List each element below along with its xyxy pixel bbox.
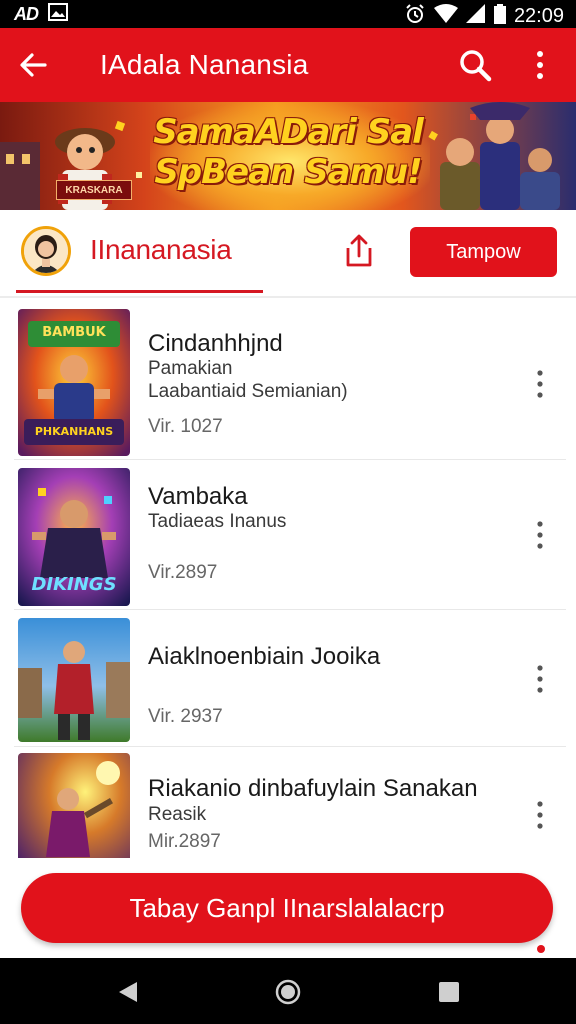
- primary-cta-button[interactable]: Tabay Ganpl IInarslalalacrp: [21, 873, 553, 943]
- system-nav-bar: [0, 958, 576, 1024]
- item-version: Vir. 1027: [148, 416, 223, 437]
- game-thumbnail[interactable]: DIKINGS: [18, 468, 130, 606]
- banner-headline: SamaADari Sal SpBean Samu!: [143, 112, 433, 192]
- item-title[interactable]: Aiaklnoenbiain Jooika: [148, 643, 380, 671]
- battery-icon: [493, 4, 506, 29]
- back-arrow-icon[interactable]: [18, 50, 48, 80]
- nav-back-icon[interactable]: [116, 980, 140, 1009]
- thumbnail-title-bottom: DIKINGS: [31, 574, 117, 595]
- wifi-icon: [433, 4, 458, 29]
- list-item[interactable]: BAMBUK PHKANHANS Cindanhhjnd Pamakian La…: [14, 300, 566, 460]
- status-app-label: AD: [14, 4, 39, 24]
- nav-home-icon[interactable]: [274, 978, 302, 1011]
- item-subtitle: Reasik: [148, 804, 207, 825]
- banner-headline-line-1: SamaADari Sal: [153, 112, 424, 152]
- item-more-icon[interactable]: [529, 663, 551, 695]
- bottom-cta-area: Tabay Ganpl IInarslalalacrp: [0, 858, 576, 958]
- header-divider: [0, 296, 576, 298]
- banner-tag: KRASKARA: [56, 180, 132, 200]
- promo-banner[interactable]: SamaADari Sal SpBean Samu! KRASKARA: [0, 102, 576, 210]
- share-icon[interactable]: [342, 232, 376, 268]
- notification-dot: [537, 945, 545, 953]
- alarm-icon: [404, 3, 426, 30]
- item-more-icon[interactable]: [529, 368, 551, 400]
- item-version: Vir. 2937: [148, 706, 223, 727]
- nav-recents-icon[interactable]: [437, 980, 461, 1009]
- item-title[interactable]: Vambaka: [148, 483, 248, 511]
- game-thumbnail[interactable]: [18, 618, 130, 742]
- app-bar: IAdala Nanansia: [0, 28, 576, 102]
- item-subtitle-2: Laabantiaid Semianian): [148, 381, 348, 402]
- page-title: IAdala Nanansia: [100, 49, 309, 80]
- item-title[interactable]: Cindanhhjnd: [148, 330, 283, 358]
- item-subtitle: Pamakian: [148, 358, 233, 379]
- status-time: 22:09: [513, 5, 564, 27]
- active-tab-indicator: [16, 290, 263, 293]
- follow-button[interactable]: Tampow: [410, 227, 557, 277]
- item-version: Vir.2897: [148, 562, 218, 583]
- thumbnail-title-top: BAMBUK: [42, 325, 106, 340]
- channel-name[interactable]: IInananasia: [90, 234, 232, 266]
- item-title[interactable]: Riakanio dinbafuylain Sanakan: [148, 775, 478, 803]
- more-vertical-icon[interactable]: [528, 50, 552, 80]
- item-more-icon[interactable]: [529, 519, 551, 551]
- signal-icon: [465, 4, 486, 29]
- list-item[interactable]: Aiaklnoenbiain Jooika Vir. 2937: [14, 610, 566, 747]
- item-more-icon[interactable]: [529, 799, 551, 831]
- search-icon[interactable]: [458, 48, 492, 82]
- item-subtitle: Tadiaeas Inanus: [148, 511, 287, 532]
- thumbnail-title-bottom: PHKANHANS: [34, 425, 114, 438]
- avatar[interactable]: [21, 226, 71, 276]
- status-bar: AD 22:09: [0, 0, 576, 28]
- game-thumbnail[interactable]: BAMBUK PHKANHANS: [18, 309, 130, 456]
- channel-header: IInananasia Tampow: [0, 210, 576, 296]
- list-item[interactable]: DIKINGS Vambaka Tadiaeas Inanus Vir.2897: [14, 460, 566, 610]
- banner-headline-line-2: SpBean Samu!: [154, 152, 422, 192]
- gallery-icon: [48, 3, 68, 26]
- item-version: Mir.2897: [148, 831, 221, 852]
